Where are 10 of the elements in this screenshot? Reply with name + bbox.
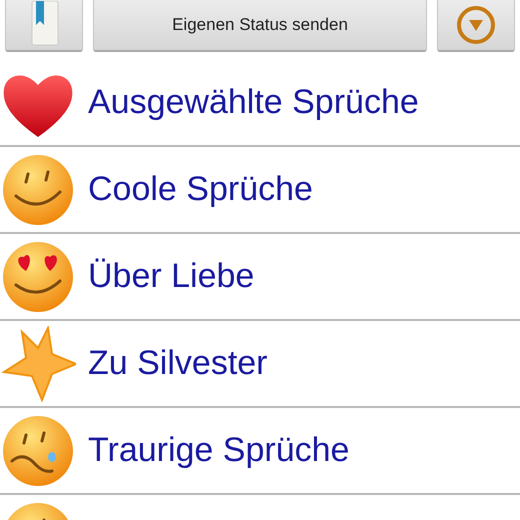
category-item[interactable]: Ausgewählte Sprüche: [88, 77, 419, 128]
category-item[interactable]: Coole Sprüche: [88, 164, 313, 215]
send-status-button[interactable]: Eigenen Status senden: [93, 0, 427, 52]
category-item[interactable]: Über Liebe: [88, 251, 254, 302]
category-item[interactable]: Traurige Sprüche: [88, 425, 350, 476]
dropdown-button[interactable]: [437, 0, 515, 52]
bookmark-button[interactable]: [5, 0, 83, 52]
star-icon: [0, 326, 76, 402]
dropdown-icon: [456, 5, 496, 45]
category-item[interactable]: Zu Silvester: [88, 338, 268, 389]
